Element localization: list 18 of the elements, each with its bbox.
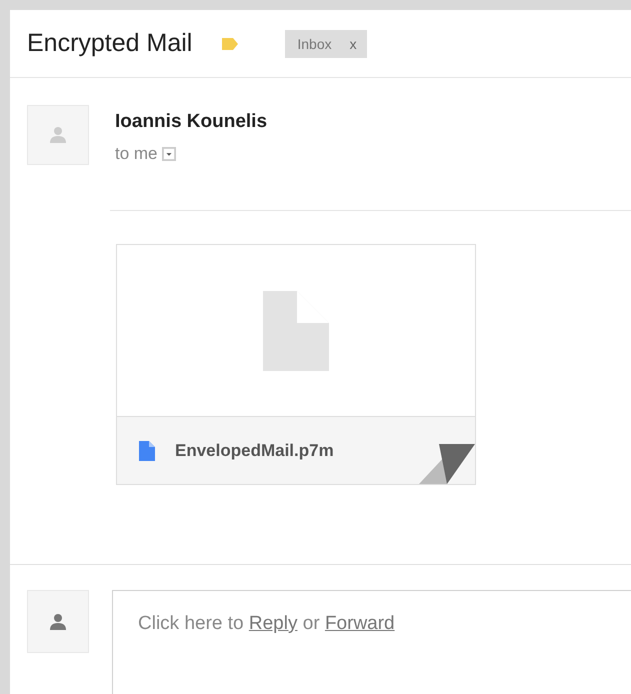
page-curl-icon xyxy=(419,444,475,484)
subject-title: Encrypted Mail xyxy=(27,29,192,58)
sender-name[interactable]: Ioannis Kounelis xyxy=(115,111,268,133)
recipient-text: to me xyxy=(115,144,158,164)
file-icon xyxy=(263,290,329,370)
label-chip[interactable]: Inbox x xyxy=(285,30,367,58)
link-text[interactable]: Reply xyxy=(248,613,298,634)
link-text[interactable]: Forward xyxy=(324,613,395,634)
details-dropdown-icon[interactable] xyxy=(162,147,176,161)
attachment-filename: EnvelopedMail.p7m xyxy=(175,440,334,460)
remove-label-button[interactable]: x xyxy=(350,36,357,52)
label-text: Inbox xyxy=(297,36,332,52)
document-icon xyxy=(139,440,155,460)
reply-box[interactable]: Click here to Reply or Forward xyxy=(112,590,631,694)
reply-prompt: Click here to Reply or Forward xyxy=(138,613,395,634)
attachment-card[interactable]: EnvelopedMail.p7m xyxy=(116,244,476,485)
avatar-icon xyxy=(48,125,68,145)
avatar-icon xyxy=(48,612,68,632)
